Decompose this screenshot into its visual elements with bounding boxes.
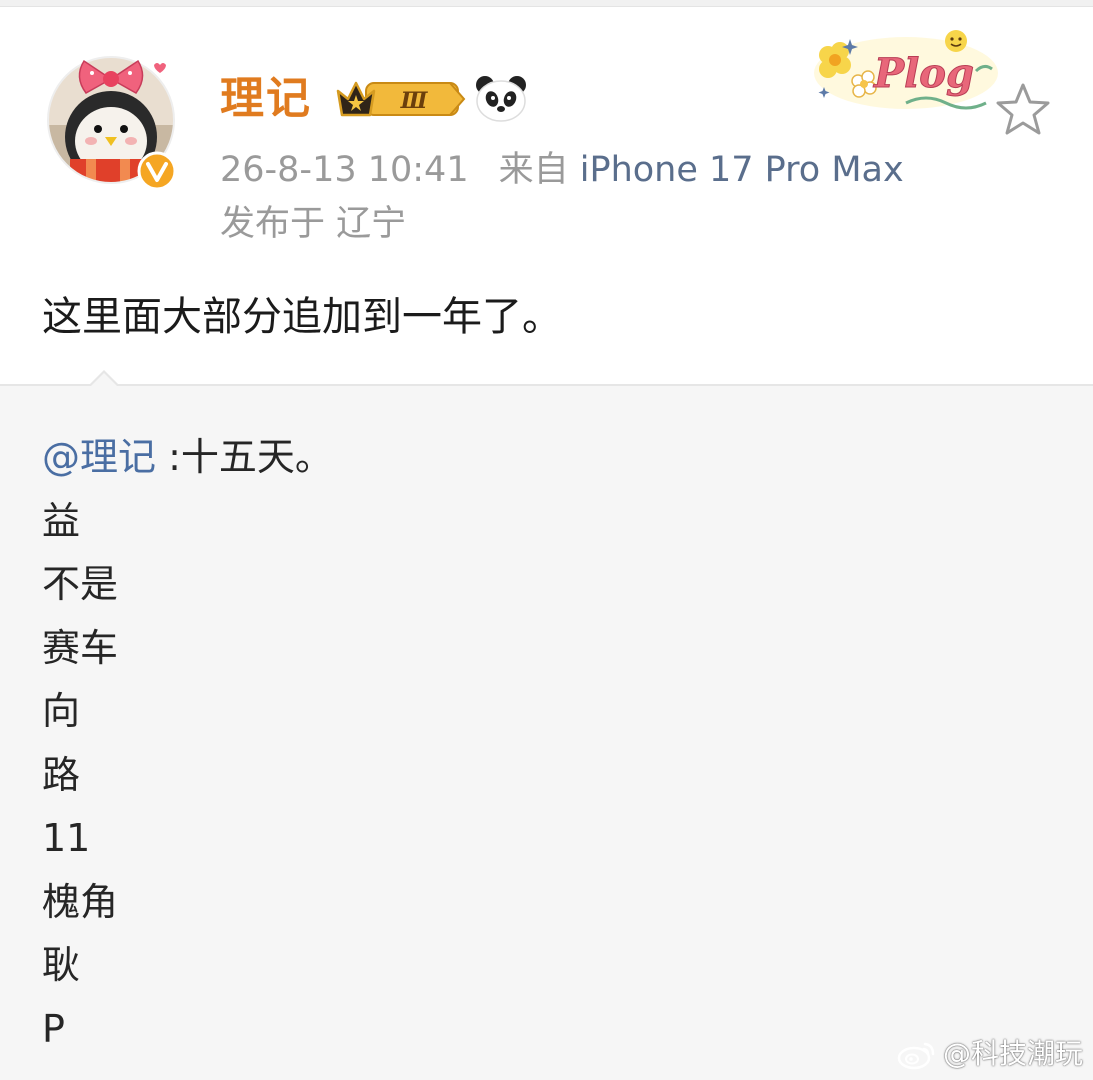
weibo-post-screenshot: 理记 Ⅲ Plog 26-8-13 10:41 来自 iPhone 17 Pro… bbox=[0, 0, 1093, 1080]
post-body-text: 这里面大部分追加到一年了。 bbox=[42, 294, 562, 340]
watermark: @科技潮玩 bbox=[897, 1034, 1083, 1074]
source-prefix: 来自 bbox=[498, 150, 569, 190]
quote-line: 益 bbox=[42, 498, 81, 543]
username[interactable]: 理记 bbox=[220, 69, 312, 129]
quote-line: 向 bbox=[42, 689, 81, 733]
weibo-logo-icon bbox=[897, 1042, 935, 1070]
quote-line: 槐角 bbox=[42, 879, 119, 924]
crown-level-badge-icon[interactable]: Ⅲ bbox=[334, 75, 466, 123]
mention-link[interactable]: @理记 bbox=[42, 435, 156, 479]
device-source[interactable]: iPhone 17 Pro Max bbox=[580, 150, 904, 190]
quote-line: 11 bbox=[42, 816, 91, 860]
verified-v-icon bbox=[137, 151, 177, 191]
quote-line: 不是 bbox=[42, 562, 119, 606]
level-badge-text: Ⅲ bbox=[400, 88, 429, 114]
avatar[interactable] bbox=[44, 45, 184, 195]
quote-line: 路 bbox=[42, 752, 81, 797]
quote-notch-fill bbox=[90, 373, 118, 387]
quote-first-line-text: :十五天。 bbox=[156, 435, 333, 479]
watermark-text: @科技潮玩 bbox=[942, 1037, 1083, 1070]
plog-decoration-text: Plog bbox=[873, 50, 974, 97]
post-timestamp: 26-8-13 10:41 bbox=[220, 150, 469, 190]
quote-line: 赛车 bbox=[42, 625, 119, 670]
post-card: 理记 Ⅲ Plog 26-8-13 10:41 来自 iPhone 17 Pro… bbox=[0, 7, 1093, 385]
quote-line: P bbox=[42, 1006, 65, 1051]
quote-lines: @理记 :十五天。 益 不是 赛车 向 路 11 槐角 耿 P bbox=[42, 426, 333, 1061]
post-meta: 26-8-13 10:41 来自 iPhone 17 Pro Max bbox=[220, 145, 904, 195]
quoted-comment[interactable]: @理记 :十五天。 益 不是 赛车 向 路 11 槐角 耿 P @科技潮玩 bbox=[0, 370, 1093, 1080]
quote-line: 耿 bbox=[42, 943, 81, 987]
panda-emoji-icon bbox=[476, 76, 526, 122]
star-outline-icon[interactable] bbox=[994, 81, 1052, 137]
post-location: 发布于 辽宁 bbox=[220, 204, 407, 244]
top-divider bbox=[0, 0, 1093, 7]
plog-sticker-icon: Plog bbox=[814, 30, 998, 110]
quote-first-line: @理记 :十五天。 bbox=[42, 426, 333, 490]
